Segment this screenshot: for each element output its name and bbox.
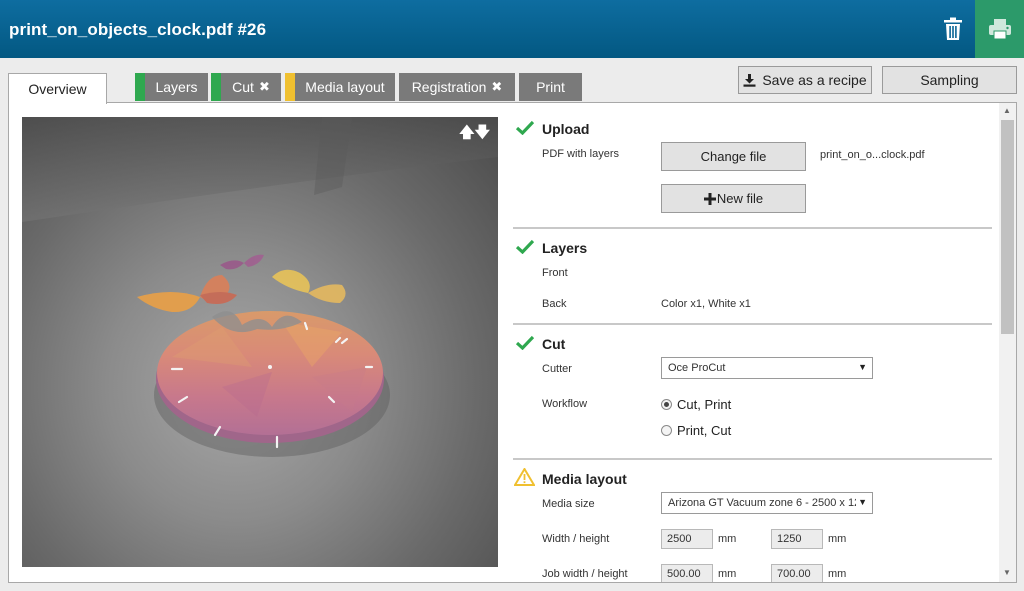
save-recipe-button[interactable]: Save as a recipe	[738, 66, 872, 94]
check-icon	[516, 120, 534, 135]
media-layout-title: Media layout	[542, 471, 627, 487]
sampling-button[interactable]: Sampling	[882, 66, 1017, 94]
app-header: print_on_objects_clock.pdf #26	[0, 0, 1024, 58]
back-value: Color x1, White x1	[661, 298, 751, 310]
tab-registration-label: Registration	[411, 79, 487, 95]
close-icon[interactable]: ✖	[259, 79, 270, 95]
divider	[513, 227, 992, 229]
status-strip-ok	[135, 73, 145, 101]
preview-scene	[22, 117, 498, 457]
tab-cut[interactable]: Cut ✖	[211, 73, 281, 101]
layers-title: Layers	[542, 240, 588, 256]
status-strip-warning	[285, 73, 295, 101]
file-name: print_on_o...clock.pdf	[820, 149, 925, 161]
page-title: print_on_objects_clock.pdf #26	[9, 20, 267, 39]
tab-cut-label: Cut	[232, 79, 254, 95]
download-icon	[743, 73, 756, 87]
cutter-select[interactable]: Oce ProCut ▼	[661, 357, 873, 379]
radio-selected-icon	[661, 399, 672, 410]
caret-down-icon: ▼	[858, 497, 867, 507]
tab-media-layout-label: Media layout	[305, 79, 385, 95]
front-label: Front	[542, 267, 568, 279]
width-height-label: Width / height	[542, 533, 610, 545]
height-input[interactable]: 1250	[771, 529, 823, 549]
check-icon	[516, 239, 534, 254]
scroll-up-icon[interactable]: ▲	[1003, 106, 1011, 115]
change-file-button[interactable]: Change file	[661, 142, 806, 171]
settings-panel: Upload PDF with layers Change file print…	[513, 103, 993, 582]
delete-button[interactable]	[932, 0, 974, 58]
radio-cut-print[interactable]: Cut, Print	[661, 397, 731, 412]
close-icon[interactable]: ✖	[491, 79, 502, 95]
media-size-select[interactable]: Arizona GT Vacuum zone 6 - 2500 x 125 ▼	[661, 492, 873, 514]
printer-icon	[988, 19, 1011, 40]
radio-cut-print-label: Cut, Print	[677, 397, 732, 412]
print-button[interactable]	[975, 0, 1024, 58]
tab-registration[interactable]: Registration ✖	[399, 73, 515, 101]
width-input[interactable]: 2500	[661, 529, 713, 549]
scroll-down-icon[interactable]: ▼	[1003, 568, 1011, 577]
media-size-select-value: Arizona GT Vacuum zone 6 - 2500 x 125	[668, 497, 856, 509]
radio-print-cut-label: Print, Cut	[677, 423, 732, 438]
width-unit: mm	[718, 533, 737, 545]
plus-icon	[703, 192, 716, 205]
flip-arrows-icon[interactable]: 🡅🡇	[459, 122, 490, 147]
height-unit: mm	[828, 533, 847, 545]
status-strip-ok	[211, 73, 221, 101]
tab-print-label: Print	[536, 79, 565, 95]
pdf-layers-label: PDF with layers	[542, 148, 620, 160]
warning-icon	[514, 468, 535, 486]
cutter-select-value: Oce ProCut	[668, 362, 726, 374]
back-label: Back	[542, 298, 567, 310]
settings-scrollbar[interactable]: ▲ ▼	[999, 103, 1016, 582]
main-panel: 🡅🡇 Upload PDF with layers Change file pr…	[8, 102, 1017, 583]
new-file-button[interactable]: New file	[661, 184, 806, 213]
job-height-input[interactable]: 700.00	[771, 564, 823, 582]
object-preview[interactable]: 🡅🡇	[22, 117, 498, 567]
scrollbar-thumb[interactable]	[1001, 120, 1014, 334]
cutter-label: Cutter	[542, 363, 572, 375]
job-width-unit: mm	[718, 568, 737, 580]
tab-media-layout[interactable]: Media layout	[285, 73, 395, 101]
tab-print[interactable]: Print	[519, 73, 582, 101]
cut-title: Cut	[542, 336, 566, 352]
new-file-label: New file	[716, 191, 764, 206]
divider	[513, 323, 992, 325]
tab-overview[interactable]: Overview	[8, 73, 107, 104]
radio-print-cut[interactable]: Print, Cut	[661, 423, 731, 438]
job-width-height-label: Job width / height	[542, 568, 628, 580]
save-recipe-label: Save as a recipe	[762, 72, 867, 88]
job-width-input[interactable]: 500.00	[661, 564, 713, 582]
tab-layers-label: Layers	[155, 79, 198, 95]
trash-icon	[944, 17, 962, 40]
media-size-label: Media size	[542, 498, 595, 510]
check-icon	[516, 335, 534, 350]
divider	[513, 458, 992, 460]
caret-down-icon: ▼	[858, 362, 867, 372]
radio-unselected-icon	[661, 425, 672, 436]
job-height-unit: mm	[828, 568, 847, 580]
tab-layers[interactable]: Layers	[135, 73, 208, 101]
upload-title: Upload	[542, 121, 590, 137]
workflow-label: Workflow	[542, 398, 588, 410]
